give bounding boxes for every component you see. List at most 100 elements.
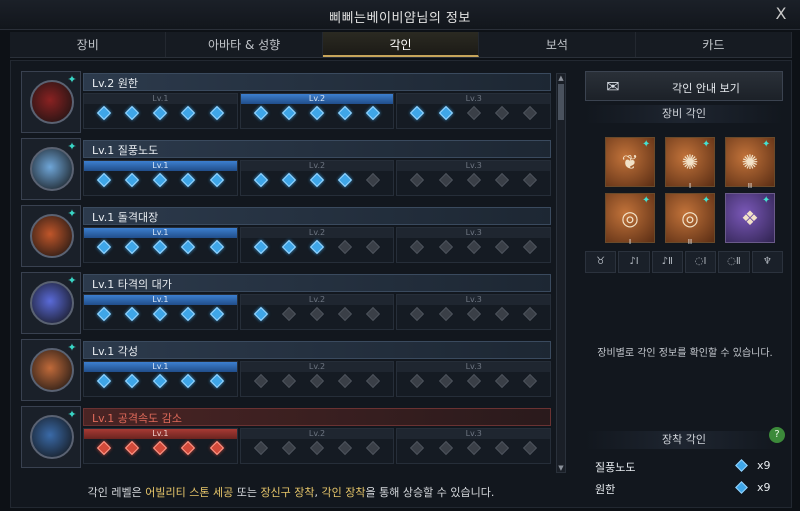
engraving-point-icon bbox=[153, 373, 168, 389]
equip-filter-button[interactable]: ◌Ⅱ bbox=[718, 251, 750, 273]
level-label: Lv.1 bbox=[84, 429, 237, 439]
engraving-point-icon bbox=[522, 440, 537, 456]
equip-filter-button[interactable]: ◌Ⅰ bbox=[684, 251, 717, 273]
level-label: Lv.3 bbox=[397, 228, 551, 238]
ring-icon: ◎ bbox=[681, 206, 699, 230]
level-label: Lv.3 bbox=[397, 94, 551, 104]
equip-filter-button[interactable]: ♪Ⅰ bbox=[618, 251, 650, 273]
footer-text: 을 통해 상승할 수 있습니다. bbox=[365, 486, 495, 499]
scroll-down-icon[interactable]: ▼ bbox=[557, 464, 565, 472]
engraving-point-icon bbox=[366, 239, 381, 255]
level-label: Lv.3 bbox=[397, 295, 551, 305]
engraving-point-icon bbox=[125, 239, 140, 255]
engraving-point-icon bbox=[181, 172, 196, 188]
equip-slot-ability-stone[interactable]: ❖ ✦ bbox=[725, 193, 775, 243]
engraving-point-icon bbox=[494, 172, 509, 188]
engraving-icon[interactable]: ✦ bbox=[21, 339, 81, 401]
engraving-point-icon bbox=[125, 105, 140, 121]
engraving-point-icon bbox=[153, 105, 168, 121]
engraving-point-icon bbox=[181, 239, 196, 255]
engraving-icon[interactable]: ✦ bbox=[21, 205, 81, 267]
engraving-point-icon bbox=[735, 459, 748, 472]
level-box: Lv.2 bbox=[239, 160, 395, 196]
engraving-list: ✦ Lv.2 원한 Lv.1 Lv.2 Lv.3 ✦ Lv.1 질풍노도 Lv.1 Lv.2 Lv… bbox=[21, 71, 566, 473]
engraving-point-icon bbox=[466, 172, 481, 188]
engraving-point-icon bbox=[522, 105, 537, 121]
slot-number: I bbox=[688, 182, 692, 190]
equip-filter-button[interactable]: ♆ bbox=[751, 251, 783, 273]
slot-number: I bbox=[628, 238, 632, 246]
ability-stone-icon: ❖ bbox=[741, 206, 759, 230]
engraving-point-icon bbox=[410, 105, 425, 121]
engraving-point-icon bbox=[309, 373, 325, 389]
level-label: Lv.1 bbox=[84, 295, 237, 305]
engraving-point-icon bbox=[209, 306, 224, 322]
equipped-engrave-item: 원한 x9 bbox=[585, 477, 785, 499]
level-label: Lv.2 bbox=[240, 94, 394, 104]
engraving-point-icon bbox=[281, 239, 296, 255]
tab-equipment[interactable]: 장비 bbox=[10, 32, 167, 57]
tab-engraving[interactable]: 각인 bbox=[322, 32, 480, 57]
equip-filter-button[interactable]: ♪Ⅱ bbox=[651, 251, 683, 273]
gem-badge-icon: ✦ bbox=[762, 195, 771, 206]
engraving-point-icon bbox=[438, 172, 453, 188]
equip-slot-ring[interactable]: ◎ ✦ II bbox=[665, 193, 715, 246]
level-label: Lv.1 bbox=[84, 161, 237, 171]
engraving-point-icon bbox=[366, 306, 381, 322]
engraving-point-icon bbox=[96, 172, 112, 188]
equip-slot-ring[interactable]: ◎ ✦ I bbox=[605, 193, 655, 246]
scrollbar[interactable]: ▲ ▼ bbox=[556, 73, 566, 473]
level-box: Lv.3 bbox=[396, 227, 552, 263]
earring-icon: ✺ bbox=[681, 150, 699, 174]
level-label: Lv.3 bbox=[397, 161, 551, 171]
engraving-point-icon bbox=[181, 306, 196, 322]
engraving-name: Lv.1 질풍노도 bbox=[92, 144, 159, 157]
tab-gems[interactable]: 보석 bbox=[479, 32, 636, 57]
level-label: Lv.1 bbox=[84, 362, 237, 372]
equip-filter-button[interactable]: ♉ bbox=[585, 251, 617, 273]
level-box: Lv.3 bbox=[396, 160, 552, 196]
engraving-icon[interactable]: ✦ bbox=[21, 406, 81, 468]
level-label: Lv.1 bbox=[84, 94, 237, 104]
equip-slot-earring[interactable]: ✺ ✦ II bbox=[725, 137, 775, 190]
equipped-engrave-count: x9 bbox=[757, 459, 771, 472]
engraving-point-icon bbox=[466, 440, 481, 456]
close-button[interactable]: X bbox=[772, 5, 790, 23]
engraving-row: ✦ Lv.2 원한 Lv.1 Lv.2 Lv.3 bbox=[21, 71, 553, 133]
equip-slot-grid: ❦ ✦ ✺ ✦ I ✺ ✦ II ◎ ✦ I ◎ ✦ II ❖ ✦ bbox=[605, 137, 775, 246]
engraving-row: ✦ Lv.1 공격속도 감소 Lv.1 Lv.2 Lv.3 bbox=[21, 406, 553, 468]
engraving-point-icon bbox=[366, 105, 381, 121]
engraving-point-icon bbox=[438, 373, 453, 389]
slot-number: II bbox=[687, 238, 693, 246]
engraving-point-icon bbox=[209, 172, 224, 188]
engraving-point-icon bbox=[366, 172, 381, 188]
engraving-icon[interactable]: ✦ bbox=[21, 71, 81, 133]
earring-icon: ✺ bbox=[741, 150, 759, 174]
scroll-thumb[interactable] bbox=[558, 84, 564, 120]
engraving-point-icon bbox=[281, 172, 296, 188]
equip-slot-earring[interactable]: ✺ ✦ I bbox=[665, 137, 715, 190]
engraving-guide-button[interactable]: ✉ 각인 안내 보기 bbox=[585, 71, 783, 101]
engraving-icon[interactable]: ✦ bbox=[21, 138, 81, 200]
level-box: Lv.1 bbox=[83, 160, 238, 196]
engraving-point-icon bbox=[309, 440, 325, 456]
equip-slot-necklace[interactable]: ❦ ✦ bbox=[605, 137, 655, 187]
level-box: Lv.2 bbox=[239, 227, 395, 263]
scroll-up-icon[interactable]: ▲ bbox=[557, 74, 565, 82]
level-box: Lv.2 bbox=[239, 428, 395, 464]
engraving-levels: Lv.1 Lv.2 Lv.3 bbox=[83, 160, 552, 196]
engraving-icon[interactable]: ✦ bbox=[21, 272, 81, 334]
gem-badge-icon: ✦ bbox=[67, 140, 77, 153]
help-icon[interactable]: ? bbox=[769, 427, 785, 443]
tab-avatar[interactable]: 아바타 & 성향 bbox=[166, 32, 323, 57]
engraving-point-icon bbox=[209, 239, 224, 255]
engraving-point-icon bbox=[125, 440, 140, 456]
engraving-point-icon bbox=[309, 239, 325, 255]
equip-info-text: 장비별로 각인 정보를 확인할 수 있습니다. bbox=[597, 348, 773, 359]
tab-cards[interactable]: 카드 bbox=[636, 32, 793, 57]
engraving-point-icon bbox=[125, 373, 140, 389]
level-label: Lv.3 bbox=[397, 429, 551, 439]
level-box: Lv.2 bbox=[239, 294, 395, 330]
level-box: Lv.3 bbox=[396, 93, 552, 129]
engraving-point-icon bbox=[466, 373, 481, 389]
